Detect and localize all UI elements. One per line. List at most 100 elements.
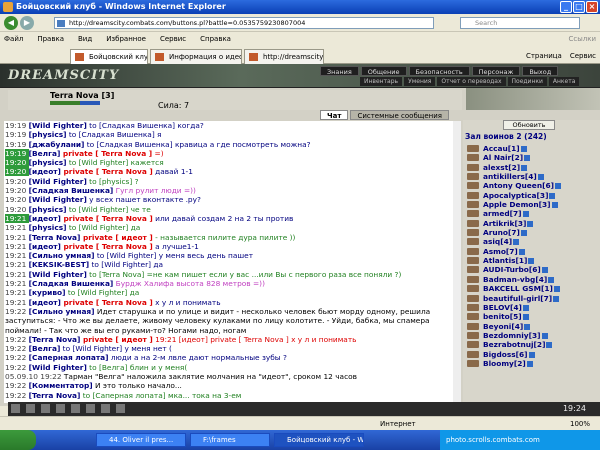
player-name[interactable]: Antony Queen bbox=[483, 181, 542, 190]
minimize-button[interactable]: _ bbox=[560, 1, 572, 13]
info-icon[interactable] bbox=[526, 360, 533, 367]
subnav-transfers[interactable]: Отчет о переводах bbox=[437, 77, 506, 86]
info-icon[interactable] bbox=[524, 155, 531, 162]
taskbar-item-frames[interactable]: F:\frames bbox=[190, 433, 270, 447]
info-icon[interactable] bbox=[520, 146, 527, 152]
chat-timestamp[interactable]: 19:22 bbox=[5, 381, 29, 390]
chat-timestamp[interactable]: 19:19 bbox=[5, 140, 29, 149]
player-name[interactable]: Bezrabotnuj bbox=[483, 340, 534, 349]
chat-author[interactable]: [Terra Nova] bbox=[29, 335, 81, 344]
tool-icon[interactable] bbox=[86, 404, 95, 413]
address-bar[interactable]: http://dreamscity.combats.com/buttons.pl… bbox=[54, 17, 434, 29]
chat-timestamp[interactable]: 19:21 bbox=[5, 270, 29, 279]
roster-player[interactable]: BELOV[4] bbox=[467, 303, 597, 312]
info-icon[interactable] bbox=[541, 267, 548, 274]
roster-player[interactable]: Bloomy[2] bbox=[467, 359, 597, 368]
chat-timestamp[interactable]: 19:21 bbox=[5, 288, 29, 297]
chat-timestamp[interactable]: 19:22 bbox=[5, 391, 29, 400]
info-icon[interactable] bbox=[549, 192, 556, 199]
roster-player[interactable]: Al Nair[2] bbox=[467, 153, 597, 162]
chat-author[interactable]: [Wild Fighter] bbox=[29, 177, 87, 186]
chat-timestamp[interactable]: 19:21 bbox=[5, 298, 29, 307]
chat-timestamp[interactable]: 19:22 bbox=[5, 335, 29, 344]
chat-author[interactable]: [Terra Nova] bbox=[29, 233, 81, 242]
close-button[interactable]: × bbox=[586, 1, 598, 13]
info-icon[interactable] bbox=[524, 323, 531, 330]
roster-player[interactable]: BAKCELL GSM[1] bbox=[467, 284, 597, 293]
player-name[interactable]: Badman-vbg bbox=[483, 275, 535, 284]
roster-player[interactable]: Artikrik[3] bbox=[467, 219, 597, 228]
start-button[interactable] bbox=[0, 430, 36, 450]
chat-author[interactable]: [KEKSIK-BEST] bbox=[29, 260, 90, 269]
refresh-button[interactable]: Обновить bbox=[503, 120, 555, 130]
chat-author[interactable]: [Велга] bbox=[29, 149, 61, 158]
roster-player[interactable]: Atlantis[1] bbox=[467, 256, 597, 265]
forward-icon[interactable]: ▶ bbox=[20, 16, 34, 30]
chat-author[interactable]: [Сладкая Вишенка] bbox=[29, 186, 114, 195]
info-icon[interactable] bbox=[551, 202, 558, 209]
nav-security[interactable]: Безопасность bbox=[408, 66, 470, 76]
chat-timestamp[interactable]: 19:19 bbox=[5, 121, 29, 130]
info-icon[interactable] bbox=[548, 276, 555, 283]
taskbar-item-winamp[interactable]: 44. Oliver il pres... bbox=[96, 433, 186, 447]
info-icon[interactable] bbox=[522, 211, 529, 218]
chat-timestamp[interactable]: 19:22 bbox=[5, 353, 29, 362]
tab-info[interactable]: Информация о идеот bbox=[150, 49, 242, 64]
chat-author[interactable]: [Wild Fighter] bbox=[29, 270, 87, 279]
menu-help[interactable]: Справка bbox=[200, 32, 231, 46]
info-icon[interactable] bbox=[520, 230, 527, 237]
roster-player[interactable]: asiq[4] bbox=[467, 237, 597, 246]
roster-player[interactable]: antikillers[4] bbox=[467, 172, 597, 181]
roster-player[interactable]: Aruno[7] bbox=[467, 228, 597, 237]
chat-timestamp[interactable]: 19:19 bbox=[5, 130, 29, 139]
info-icon[interactable] bbox=[528, 258, 535, 265]
chat-timestamp[interactable]: 19:21 bbox=[5, 251, 29, 260]
info-icon[interactable] bbox=[518, 248, 525, 255]
subnav-profile[interactable]: Анкета bbox=[548, 77, 580, 86]
player-name[interactable]: Bloomy bbox=[483, 359, 514, 368]
info-icon[interactable] bbox=[522, 304, 529, 311]
tab-system-messages[interactable]: Системные сообщения bbox=[350, 110, 449, 120]
subnav-inventory[interactable]: Инвентарь bbox=[360, 77, 403, 86]
player-name[interactable]: Beyoni bbox=[483, 322, 511, 331]
chat-author[interactable]: [идеот] bbox=[29, 242, 61, 251]
tool-icon[interactable] bbox=[26, 404, 35, 413]
chat-timestamp[interactable]: 19:22 bbox=[5, 307, 29, 316]
player-name[interactable]: armed bbox=[483, 209, 510, 218]
chat-author[interactable]: [Сладкая Вишенка] bbox=[29, 279, 114, 288]
page-menu[interactable]: Страница bbox=[526, 52, 562, 60]
menu-favorites[interactable]: Избранное bbox=[106, 32, 146, 46]
player-name[interactable]: beautifull-girl bbox=[483, 294, 540, 303]
chat-author[interactable]: [physics] bbox=[29, 205, 67, 214]
nav-chat[interactable]: Общение bbox=[360, 66, 407, 76]
roster-player[interactable]: benito[5] bbox=[467, 312, 597, 321]
chat-author[interactable]: [Комментатор] bbox=[29, 381, 93, 390]
player-name[interactable]: Asmo bbox=[483, 247, 506, 256]
chat-timestamp[interactable]: 19:20 bbox=[5, 195, 29, 204]
menu-edit[interactable]: Правка bbox=[37, 32, 64, 46]
chat-author[interactable]: [physics] bbox=[29, 223, 67, 232]
tool-icon[interactable] bbox=[71, 404, 80, 413]
player-name[interactable]: Apocalyptica bbox=[483, 191, 537, 200]
roster-player[interactable]: Apocalyptica[3] bbox=[467, 191, 597, 200]
player-name[interactable]: Bigdoss bbox=[483, 350, 516, 359]
tools-menu[interactable]: Сервис bbox=[570, 52, 596, 60]
zoom-level[interactable]: 100% bbox=[570, 417, 590, 431]
chat-timestamp[interactable]: 19:21 bbox=[5, 223, 29, 232]
roster-player[interactable]: Bezdomniy[3] bbox=[467, 331, 597, 340]
roster-player[interactable]: Apple Demon[3] bbox=[467, 200, 597, 209]
roster-player[interactable]: armed[7] bbox=[467, 209, 597, 218]
info-icon[interactable] bbox=[522, 314, 529, 321]
chat-author[interactable]: [Terra Nova] bbox=[29, 391, 81, 400]
subnav-fights[interactable]: Поединки bbox=[507, 77, 547, 86]
player-name[interactable]: antikillers bbox=[483, 172, 525, 181]
menu-file[interactable]: Файл bbox=[4, 32, 23, 46]
menu-tools[interactable]: Сервис bbox=[160, 32, 186, 46]
chat-author[interactable]: [physics] bbox=[29, 158, 67, 167]
chat-timestamp[interactable]: 19:21 bbox=[5, 233, 29, 242]
tool-icon[interactable] bbox=[11, 404, 20, 413]
player-name[interactable]: asiq bbox=[483, 237, 500, 246]
player-name[interactable]: Atlantis bbox=[483, 256, 516, 265]
chat-timestamp[interactable]: 05.09.10 19:22 bbox=[5, 372, 64, 381]
chat-author[interactable]: [Саперная лопата] bbox=[29, 353, 109, 362]
